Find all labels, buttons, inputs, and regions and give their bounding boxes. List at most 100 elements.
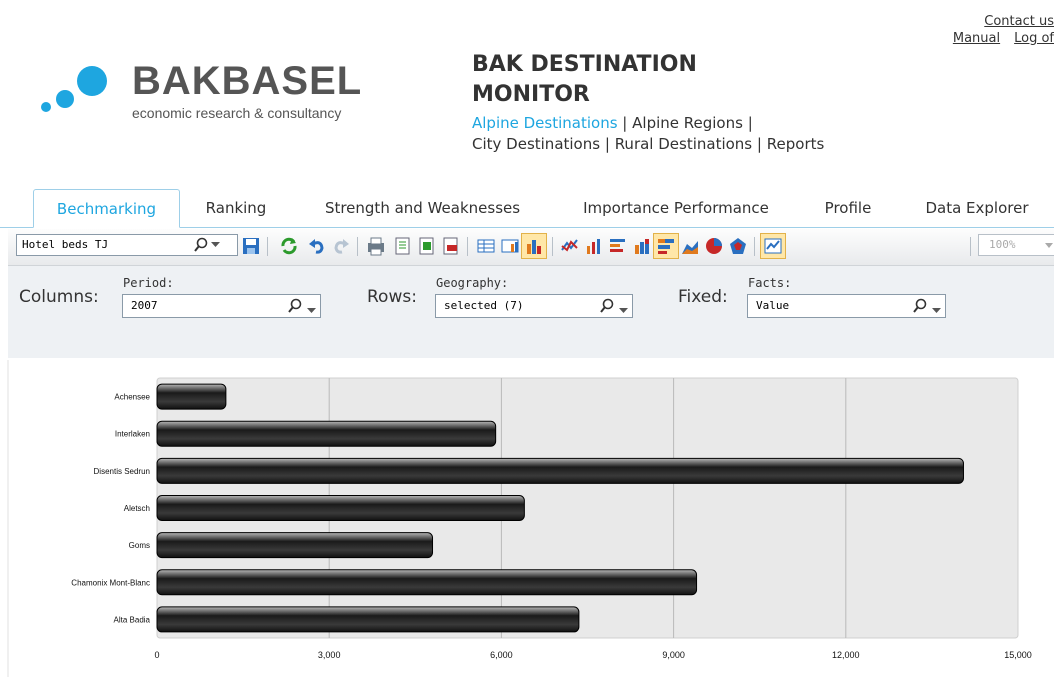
stacked-column-icon[interactable] — [632, 236, 652, 256]
chart-bar — [156, 383, 227, 410]
rural-destinations-link[interactable]: Rural Destinations — [615, 135, 752, 153]
fixed-label: Fixed: — [678, 287, 728, 307]
x-tick-label: 0 — [154, 650, 159, 660]
bakbasel-logo: BAKBASEL economic research & consultancy — [40, 59, 370, 125]
redo-icon[interactable] — [331, 236, 351, 256]
geography-select[interactable]: selected (7) — [435, 294, 633, 318]
refresh-icon[interactable] — [279, 236, 299, 256]
radar-chart-icon[interactable] — [728, 236, 748, 256]
export-icon[interactable] — [393, 236, 413, 256]
x-tick-label: 15,000 — [1004, 650, 1032, 660]
y-category-label: Alta Badia — [114, 615, 151, 624]
geography-value: selected (7) — [444, 299, 524, 312]
table-view-icon[interactable] — [476, 236, 496, 256]
measure-select[interactable]: Hotel beds TJ — [16, 234, 238, 256]
logout-link[interactable]: Log of — [1014, 31, 1054, 46]
toolbar-separator — [357, 237, 358, 256]
toolbar-separator — [552, 237, 553, 256]
columns-label: Columns: — [19, 287, 99, 307]
save-icon[interactable] — [241, 236, 261, 256]
chart-bar — [156, 495, 525, 521]
link-separator: | — [756, 135, 762, 153]
tab-data-explorer[interactable]: Data Explorer — [910, 189, 1044, 226]
facts-select[interactable]: Value — [747, 294, 946, 318]
app-title: BAK DESTINATION MONITOR — [472, 50, 697, 110]
dropdown-arrow-icon[interactable] — [619, 306, 628, 314]
y-category-label: Chamonix Mont-Blanc — [71, 578, 150, 587]
stacked-bar-icon[interactable] — [656, 236, 676, 256]
search-icon[interactable] — [194, 237, 208, 253]
dropdown-arrow-icon[interactable] — [932, 306, 941, 314]
table-chart-view-icon[interactable] — [500, 236, 520, 256]
chart-bar — [156, 569, 698, 596]
undo-icon[interactable] — [307, 236, 327, 256]
facts-value: Value — [756, 299, 790, 312]
toolbar-separator — [267, 237, 268, 256]
benchmark-chart: 0 3,000 6,000 9,000 12,000 15,000 Achensee Inte… — [0, 360, 1054, 677]
x-tick-label: 12,000 — [832, 650, 860, 660]
rows-label: Rows: — [367, 287, 417, 307]
manual-link[interactable]: Manual — [953, 31, 1000, 46]
app-title-line2: MONITOR — [472, 82, 590, 107]
chart-settings-icon[interactable] — [763, 236, 783, 256]
y-category-label: Interlaken — [115, 430, 150, 439]
contact-us-link[interactable]: Contact us — [984, 14, 1054, 29]
zoom-select[interactable]: 100% — [978, 234, 1054, 256]
city-destinations-link[interactable]: City Destinations — [472, 135, 600, 153]
period-value: 2007 — [131, 299, 158, 312]
x-tick-label: 3,000 — [318, 650, 341, 660]
chart-bar — [156, 532, 434, 559]
destination-links: Alpine Destinations | Alpine Regions | C… — [472, 113, 872, 155]
alpine-destinations-link[interactable]: Alpine Destinations — [472, 114, 618, 132]
combo-icons — [288, 298, 316, 318]
tab-benchmarking[interactable]: Bechmarking — [33, 189, 180, 228]
x-tick-label: 9,000 — [662, 650, 685, 660]
logo-dots-icon — [41, 66, 107, 112]
export-pdf-icon[interactable] — [441, 236, 461, 256]
main-tabs: Bechmarking Ranking Strength and Weaknes… — [0, 189, 1054, 228]
combo-icons — [913, 298, 941, 318]
logo-brand: BAKBASEL — [132, 59, 363, 103]
link-separator: | — [747, 114, 753, 132]
tab-importance-performance[interactable]: Importance Performance — [565, 189, 787, 226]
chevron-down-icon — [1045, 243, 1053, 248]
tab-strength-weaknesses[interactable]: Strength and Weaknesses — [305, 189, 540, 226]
bar-chart: 0 3,000 6,000 9,000 12,000 15,000 Achensee Inte… — [7, 360, 1032, 677]
filter-panel: Columns: Period: 2007 Rows: Geography: s… — [8, 266, 1054, 358]
app-title-line1: BAK DESTINATION — [472, 52, 697, 77]
alpine-regions-link[interactable]: Alpine Regions — [632, 114, 743, 132]
search-icon[interactable] — [288, 298, 302, 314]
tab-ranking[interactable]: Ranking — [190, 189, 282, 226]
toolbar-separator — [754, 237, 755, 256]
chart-bar — [156, 420, 497, 447]
zoom-value: 100% — [989, 238, 1016, 251]
print-icon[interactable] — [366, 236, 386, 256]
search-icon[interactable] — [600, 298, 614, 314]
y-category-label: Goms — [129, 541, 150, 550]
dropdown-arrow-icon[interactable] — [307, 306, 316, 314]
combo-icons — [600, 298, 628, 318]
dropdown-arrow-icon[interactable] — [211, 242, 220, 248]
area-chart-icon[interactable] — [680, 236, 700, 256]
toolbar-separator — [467, 237, 468, 256]
facts-label: Facts: — [748, 276, 792, 290]
x-tick-label: 6,000 — [490, 650, 513, 660]
export-excel-icon[interactable] — [417, 236, 437, 256]
line-chart-icon[interactable] — [560, 236, 580, 256]
column-chart-icon[interactable] — [584, 236, 604, 256]
link-separator: | — [622, 114, 628, 132]
search-icon[interactable] — [913, 298, 927, 314]
period-select[interactable]: 2007 — [122, 294, 321, 318]
y-category-label: Achensee — [114, 393, 150, 402]
chart-view-icon[interactable] — [524, 236, 544, 256]
bar-chart-icon[interactable] — [608, 236, 628, 256]
link-separator: | — [604, 135, 610, 153]
top-links: Contact us Manual Log of — [914, 14, 1054, 46]
toolbar: Hotel beds TJ 100% — [8, 229, 1054, 266]
y-category-label: Aletsch — [124, 504, 150, 513]
reports-link[interactable]: Reports — [767, 135, 825, 153]
tab-profile[interactable]: Profile — [808, 189, 888, 226]
toolbar-separator — [970, 237, 971, 256]
pie-chart-icon[interactable] — [704, 236, 724, 256]
y-category-label: Disentis Sedrun — [94, 467, 150, 476]
